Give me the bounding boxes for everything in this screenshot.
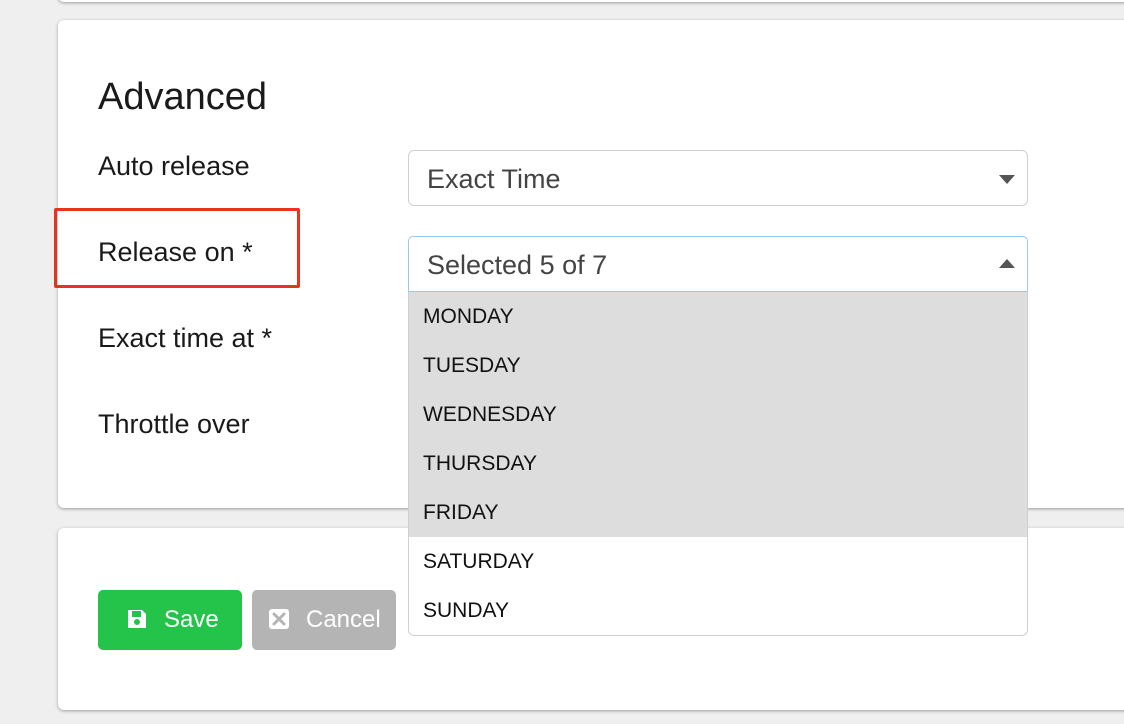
auto-release-label: Auto release: [98, 151, 250, 181]
release-on-select[interactable]: Selected 5 of 7: [408, 236, 1028, 292]
option-friday[interactable]: FRIDAY: [409, 488, 1027, 537]
floppy-disk-icon: [126, 608, 150, 632]
release-on-dropdown: MONDAY TUESDAY WEDNESDAY THURSDAY FRIDAY SATU…: [408, 292, 1028, 636]
top-card: [58, 0, 1124, 2]
option-saturday[interactable]: SATURDAY: [409, 537, 1027, 586]
close-box-icon: [268, 608, 292, 632]
throttle-over-label: Throttle over: [98, 409, 250, 439]
exact-time-label: Exact time at *: [98, 323, 273, 353]
save-button-label: Save: [164, 606, 219, 633]
cancel-button[interactable]: Cancel: [252, 590, 396, 650]
option-wednesday[interactable]: WEDNESDAY: [409, 390, 1027, 439]
option-sunday[interactable]: SUNDAY: [409, 586, 1027, 635]
auto-release-value: Exact Time: [427, 164, 561, 194]
release-on-highlight-box: [54, 208, 300, 288]
save-button[interactable]: Save: [98, 590, 242, 650]
option-thursday[interactable]: THURSDAY: [409, 439, 1027, 488]
auto-release-select[interactable]: Exact Time: [408, 150, 1028, 206]
cancel-button-label: Cancel: [306, 606, 381, 633]
release-on-value: Selected 5 of 7: [427, 250, 608, 280]
section-title: Advanced: [98, 76, 268, 118]
chevron-down-icon: [999, 175, 1015, 184]
option-monday[interactable]: MONDAY: [409, 292, 1027, 341]
option-tuesday[interactable]: TUESDAY: [409, 341, 1027, 390]
chevron-up-icon: [999, 259, 1015, 268]
